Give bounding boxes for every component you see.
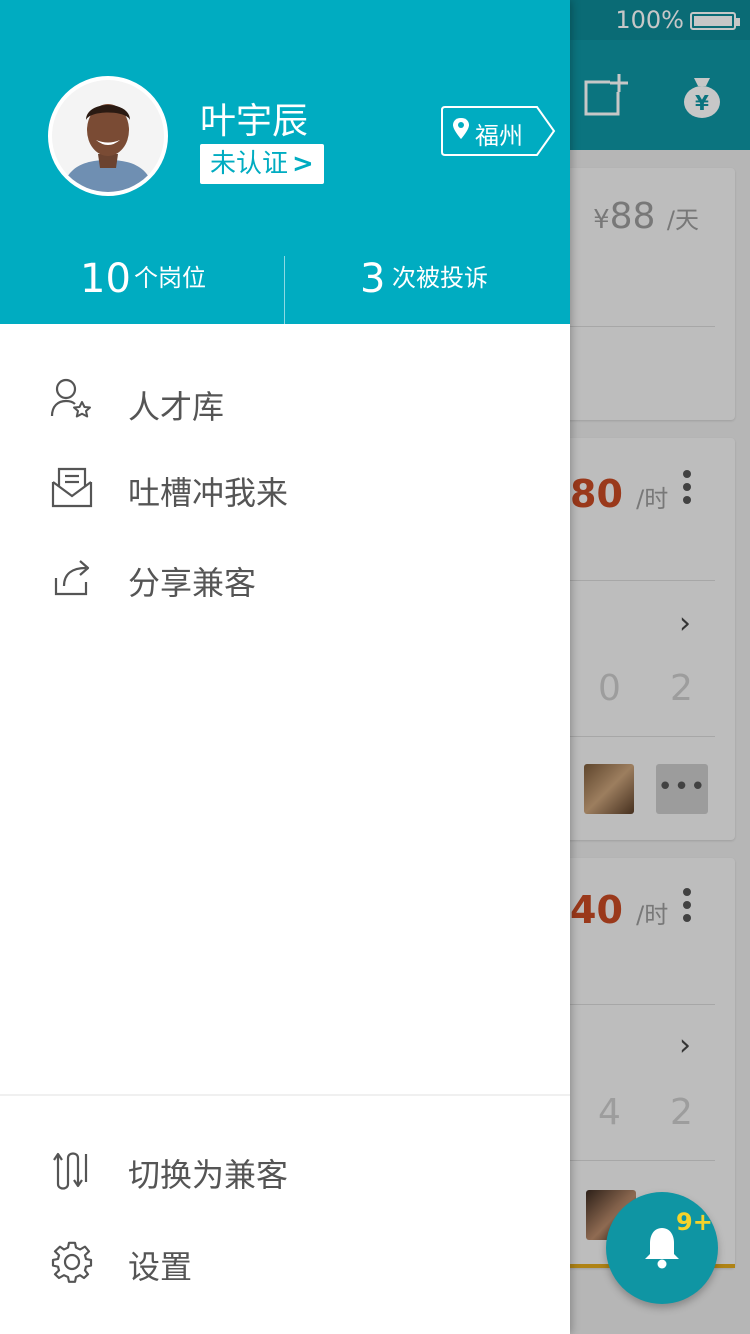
mail-icon (51, 467, 93, 508)
avatar-photo (52, 80, 164, 192)
menu-label: 吐槽冲我来 (128, 474, 289, 512)
menu-item-switch-role[interactable]: 切换为兼客 (0, 1130, 570, 1210)
jobs-label: 个岗位 (134, 264, 206, 292)
user-name: 叶宇辰 (200, 101, 309, 142)
menu-item-feedback[interactable]: 吐槽冲我来 (0, 446, 570, 526)
gear-icon (51, 1241, 93, 1283)
navigation-drawer: 叶宇辰 未认证 > 福州 10 个岗位 3 次被投诉 人才库 吐槽冲我来 分享兼… (0, 0, 570, 1334)
stats-divider (284, 256, 285, 324)
notification-badge: 9+ (676, 1208, 713, 1236)
jobs-count[interactable]: 10 (80, 256, 131, 302)
menu-item-share[interactable]: 分享兼客 (0, 536, 570, 616)
talent-pool-icon (50, 378, 91, 418)
menu-label: 切换为兼客 (128, 1156, 289, 1194)
complaints-label: 次被投诉 (392, 264, 488, 292)
bottom-divider (0, 1094, 570, 1096)
verify-status-button[interactable]: 未认证 > (200, 144, 324, 184)
menu-label: 设置 (128, 1248, 193, 1286)
chevron-right-icon: > (292, 149, 314, 179)
drawer-header: 叶宇辰 未认证 > 福州 10 个岗位 3 次被投诉 (0, 0, 570, 324)
verify-status-label: 未认证 (210, 149, 289, 179)
location-label: 福州 (475, 122, 523, 150)
switch-icon (53, 1152, 88, 1190)
menu-label: 人才库 (128, 388, 225, 426)
complaints-count[interactable]: 3 (360, 256, 385, 302)
menu-item-talent-pool[interactable]: 人才库 (0, 360, 570, 440)
menu-label: 分享兼客 (128, 564, 257, 602)
share-icon (54, 560, 90, 596)
avatar[interactable] (48, 76, 168, 196)
menu-item-settings[interactable]: 设置 (0, 1222, 570, 1302)
